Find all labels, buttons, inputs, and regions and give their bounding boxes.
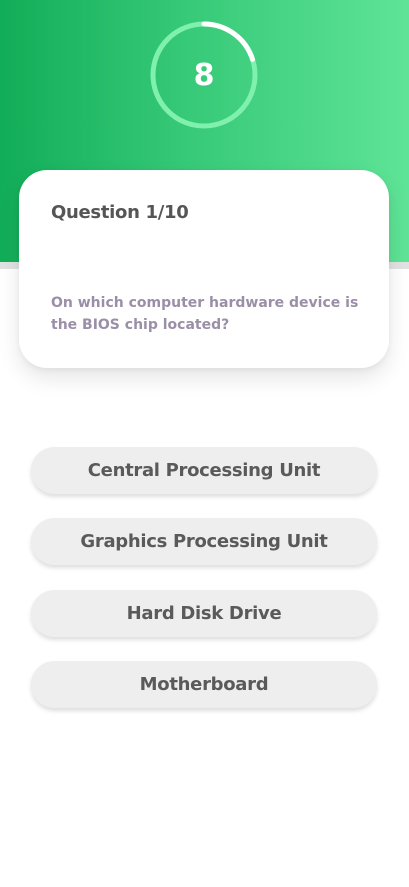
question-text: On which computer hardware device is the… (51, 295, 359, 333)
answer-option-1[interactable]: Central Processing Unit (31, 447, 377, 494)
quiz-screen: 8 Question 1/10 On which computer hardwa… (0, 0, 409, 887)
countdown-timer: 8 (149, 20, 259, 130)
timer-value: 8 (193, 57, 215, 93)
question-card: Question 1/10 On which computer hardware… (19, 170, 389, 368)
answer-option-4[interactable]: Motherboard (31, 661, 377, 708)
question-counter: Question 1/10 (51, 202, 189, 223)
answer-option-3[interactable]: Hard Disk Drive (31, 590, 377, 637)
answer-option-2[interactable]: Graphics Processing Unit (31, 518, 377, 565)
